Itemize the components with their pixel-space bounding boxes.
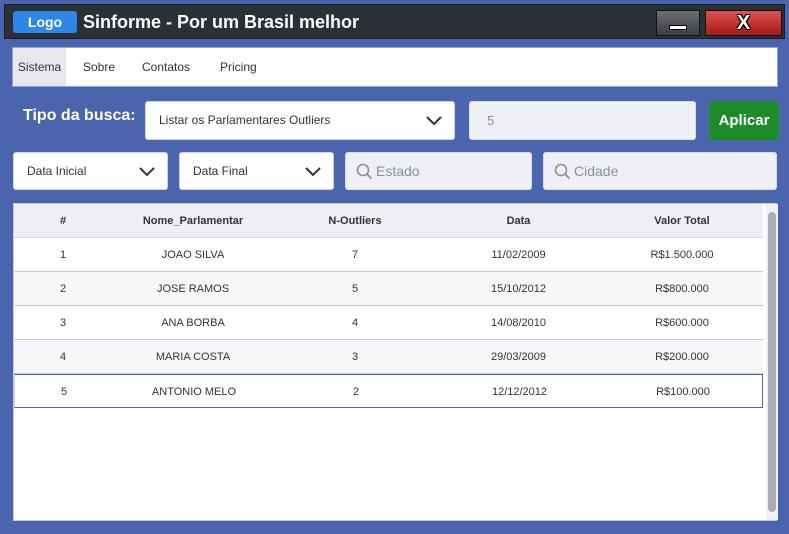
cell-outliers: 5 (351, 283, 359, 295)
close-icon: X (736, 12, 751, 34)
search-type-label: Tipo da busca: (23, 107, 136, 124)
outlier-count-input[interactable]: 5 (469, 101, 696, 140)
table-header: # Nome_Parlamentar N-Outliers Data Valor… (14, 204, 763, 238)
minimize-icon (669, 25, 687, 30)
city-placeholder: Cidade (574, 163, 619, 179)
app-title: Sinforme - Por um Brasil melhor (83, 12, 360, 32)
cell-outliers: 3 (351, 351, 359, 363)
date-end-select[interactable]: Data Final (179, 152, 334, 190)
search-type-value: Listar os Parlamentares Outliers (159, 113, 331, 127)
logo[interactable]: Logo (13, 11, 77, 33)
header-total[interactable]: Valor Total (601, 204, 763, 238)
cell-name: ANTONIO MELO (151, 386, 237, 398)
header-name[interactable]: Nome_Parlamentar (112, 204, 274, 238)
chevron-down-icon (426, 116, 442, 126)
header-date[interactable]: Data (436, 204, 601, 238)
chevron-down-icon (139, 167, 155, 177)
date-start-select[interactable]: Data Inicial (13, 152, 168, 190)
header-index[interactable]: # (14, 204, 112, 238)
cell-name: JOSE RAMOS (156, 283, 230, 295)
cell-index: 2 (59, 283, 67, 295)
cell-total: R$1.500.000 (650, 249, 714, 261)
cell-total: R$600.000 (655, 317, 709, 329)
outlier-count-value: 5 (487, 113, 495, 128)
apply-button[interactable]: Aplicar (709, 101, 779, 140)
cell-date: 15/10/2012 (490, 283, 547, 295)
state-placeholder: Estado (376, 163, 420, 179)
cell-date: 11/02/2009 (491, 249, 546, 261)
cell-total: R$100.000 (656, 386, 710, 398)
cell-total: R$200.000 (655, 351, 709, 363)
cell-total: R$800.000 (655, 283, 709, 295)
header-outliers[interactable]: N-Outliers (274, 204, 436, 238)
chevron-down-icon (305, 167, 321, 177)
cell-outliers: 2 (352, 386, 360, 398)
close-button[interactable]: X (705, 10, 782, 36)
search-type-select[interactable]: Listar os Parlamentares Outliers (145, 101, 455, 140)
cell-date: 14/08/2010 (490, 317, 547, 329)
table-row[interactable]: 1 JOAO SILVA 7 11/02/2009 R$1.500.000 (14, 238, 763, 272)
cell-index: 3 (59, 317, 67, 329)
scrollbar-thumb[interactable] (768, 212, 776, 512)
nav-item-sistema[interactable]: Sistema (13, 48, 66, 86)
cell-outliers: 4 (351, 317, 359, 329)
state-search-input[interactable]: Estado (345, 152, 532, 190)
results-table: # Nome_Parlamentar N-Outliers Data Valor… (13, 203, 778, 521)
cell-date: 12/12/2012 (491, 386, 548, 398)
search-icon (554, 163, 571, 180)
date-start-label: Data Inicial (27, 164, 87, 178)
cell-name: MARIA COSTA (155, 351, 231, 363)
nav-bar: Sistema Sobre Contatos Pricing (12, 47, 778, 87)
date-end-label: Data Final (193, 164, 248, 178)
window-titlebar: Logo Sinforme - Por um Brasil melhor X (4, 4, 785, 39)
nav-item-contatos[interactable]: Contatos (138, 48, 194, 86)
cell-index: 5 (60, 386, 68, 398)
table-row[interactable]: 3 ANA BORBA 4 14/08/2010 R$600.000 (14, 306, 763, 340)
search-icon (356, 163, 373, 180)
table-scrollbar[interactable] (766, 204, 778, 520)
cell-name: ANA BORBA (161, 317, 225, 329)
nav-item-pricing[interactable]: Pricing (216, 48, 261, 86)
table-row[interactable]: 4 MARIA COSTA 3 29/03/2009 R$200.000 (14, 340, 763, 374)
city-search-input[interactable]: Cidade (543, 152, 777, 190)
cell-name: JOAO SILVA (161, 249, 225, 261)
cell-index: 1 (59, 249, 67, 261)
cell-outliers: 7 (351, 249, 359, 261)
table-row[interactable]: 2 JOSE RAMOS 5 15/10/2012 R$800.000 (14, 272, 763, 306)
nav-item-sobre[interactable]: Sobre (79, 48, 119, 86)
cell-index: 4 (59, 351, 67, 363)
table-row-selected[interactable]: 5 ANTONIO MELO 2 12/12/2012 R$100.000 (14, 374, 763, 408)
minimize-button[interactable] (656, 10, 700, 36)
cell-date: 29/03/2009 (490, 351, 547, 363)
